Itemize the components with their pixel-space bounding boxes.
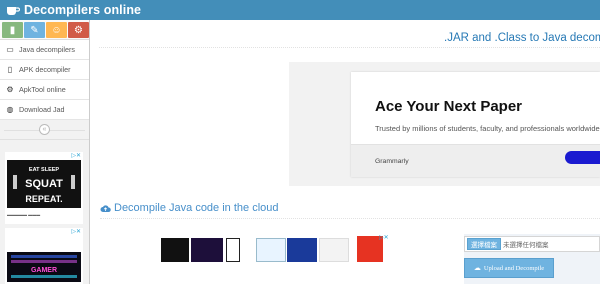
signal-icon: ▮ bbox=[9, 24, 16, 36]
grammarly-ad-card[interactable]: Ace Your Next Paper Trusted by millions … bbox=[351, 72, 600, 177]
ad-thumb-2[interactable] bbox=[191, 238, 223, 262]
brand-link[interactable]: Decompilers online bbox=[0, 0, 141, 20]
upload-button-label: Upload and Decompile bbox=[483, 264, 545, 272]
shortcut-signal-button[interactable]: ▮ bbox=[2, 22, 23, 38]
adchoices-icon[interactable]: ▷✕ bbox=[71, 152, 81, 159]
sidebar-item-label: Download Jad bbox=[19, 105, 65, 114]
product-ad-strip[interactable]: ▷✕ bbox=[161, 234, 391, 264]
ad-caption: ▬▬▬▬▬ ▬▬▬ bbox=[7, 212, 41, 217]
ad-thumb-3[interactable] bbox=[226, 238, 240, 262]
section-divider bbox=[100, 218, 600, 219]
sidebar: ▮ ✎ ☺ ⚙ ▭ Java decompilers ▯ APK decompi… bbox=[0, 20, 90, 284]
ad-cta-button[interactable] bbox=[565, 151, 600, 164]
page-header: .JAR and .Class to Java decompiler bbox=[99, 26, 600, 48]
ad-thumb-5[interactable] bbox=[287, 238, 317, 262]
page-title: .JAR and .Class to Java decompiler bbox=[444, 32, 600, 44]
cogs-icon: ⚙ bbox=[74, 24, 83, 36]
ad-line-1: EAT SLEEP bbox=[29, 167, 59, 173]
choose-file-button[interactable]: 選擇檔案 bbox=[467, 238, 501, 250]
main-advertisement-box: Ace Your Next Paper Trusted by millions … bbox=[289, 62, 600, 186]
ad2-text: GAMER bbox=[31, 267, 57, 274]
ad-thumb-1[interactable] bbox=[161, 238, 189, 262]
pencil-icon: ✎ bbox=[30, 24, 39, 36]
sidebar-advertisement-2[interactable]: ▷✕ GAMER bbox=[5, 228, 83, 284]
squat-shirt-graphic: EAT SLEEP SQUAT REPEAT. bbox=[7, 160, 81, 208]
shortcut-cogs-button[interactable]: ⚙ bbox=[68, 22, 89, 38]
sidebar-collapse-bar: « bbox=[0, 120, 89, 140]
adchoices-icon[interactable]: ▷✕ bbox=[379, 234, 389, 241]
gear-icon: ⚙ bbox=[6, 85, 14, 94]
ad-footer: Grammarly bbox=[351, 144, 600, 177]
no-file-selected-text: 未選擇任何檔案 bbox=[503, 242, 549, 249]
section-title: Decompile Java code in the cloud bbox=[100, 202, 278, 214]
sidebar-item-download-jad[interactable]: ◍ Download Jad bbox=[0, 100, 89, 120]
sidebar-item-label: Java decompilers bbox=[19, 45, 75, 54]
ad-thumb-6[interactable] bbox=[319, 238, 349, 262]
ad-image-squat-shirt: EAT SLEEP SQUAT REPEAT. bbox=[7, 160, 81, 208]
laptop-icon: ▭ bbox=[6, 45, 14, 54]
collapse-sidebar-button[interactable]: « bbox=[39, 124, 50, 135]
section-title-text: Decompile Java code in the cloud bbox=[114, 202, 279, 214]
ad-line-3: REPEAT. bbox=[25, 194, 62, 204]
top-navbar: Decompilers online bbox=[0, 0, 600, 20]
shortcut-pencil-button[interactable]: ✎ bbox=[24, 22, 45, 38]
users-icon: ☺ bbox=[51, 24, 62, 36]
globe-icon: ◍ bbox=[6, 105, 14, 114]
cloud-upload-icon: ☁ bbox=[473, 264, 481, 272]
sidebar-item-label: ApkTool online bbox=[19, 85, 66, 94]
ad-headline: Ace Your Next Paper bbox=[375, 98, 523, 115]
coffee-cup-icon bbox=[7, 7, 20, 15]
cloud-upload-icon bbox=[100, 204, 111, 212]
sidebar-item-apk-decompiler[interactable]: ▯ APK decompiler bbox=[0, 60, 89, 80]
main-content: .JAR and .Class to Java decompiler Ace Y… bbox=[91, 20, 600, 284]
double-chevron-left-icon: « bbox=[42, 126, 47, 133]
upload-form: 選擇檔案 未選擇任何檔案 ☁ Upload and Decompile bbox=[464, 234, 600, 284]
shortcut-users-button[interactable]: ☺ bbox=[46, 22, 67, 38]
upload-and-decompile-button[interactable]: ☁ Upload and Decompile bbox=[464, 258, 554, 278]
gamer-shirt-graphic: GAMER bbox=[7, 252, 81, 282]
ad-brand: Grammarly bbox=[375, 158, 409, 165]
sidebar-shortcuts: ▮ ✎ ☺ ⚙ bbox=[0, 20, 89, 40]
file-icon: ▯ bbox=[7, 65, 13, 74]
ad-image-gamer-shirt: GAMER bbox=[7, 252, 81, 282]
ad-thumb-4[interactable] bbox=[256, 238, 286, 262]
adchoices-icon[interactable]: ▷✕ bbox=[71, 228, 81, 235]
ad-line-2: SQUAT bbox=[25, 178, 63, 190]
file-input[interactable]: 選擇檔案 未選擇任何檔案 bbox=[464, 236, 600, 252]
ad-subtitle: Trusted by millions of students, faculty… bbox=[375, 124, 600, 133]
brand-title: Decompilers online bbox=[24, 3, 142, 17]
sidebar-item-java-decompilers[interactable]: ▭ Java decompilers bbox=[0, 40, 89, 60]
sidebar-nav: ▭ Java decompilers ▯ APK decompiler ⚙ Ap… bbox=[0, 40, 89, 120]
sidebar-advertisement[interactable]: ▷✕ EAT SLEEP SQUAT REPEAT. ▬▬▬▬▬ ▬▬▬ bbox=[5, 152, 83, 224]
sidebar-item-label: APK decompiler bbox=[19, 65, 71, 74]
sidebar-item-apktool-online[interactable]: ⚙ ApkTool online bbox=[0, 80, 89, 100]
